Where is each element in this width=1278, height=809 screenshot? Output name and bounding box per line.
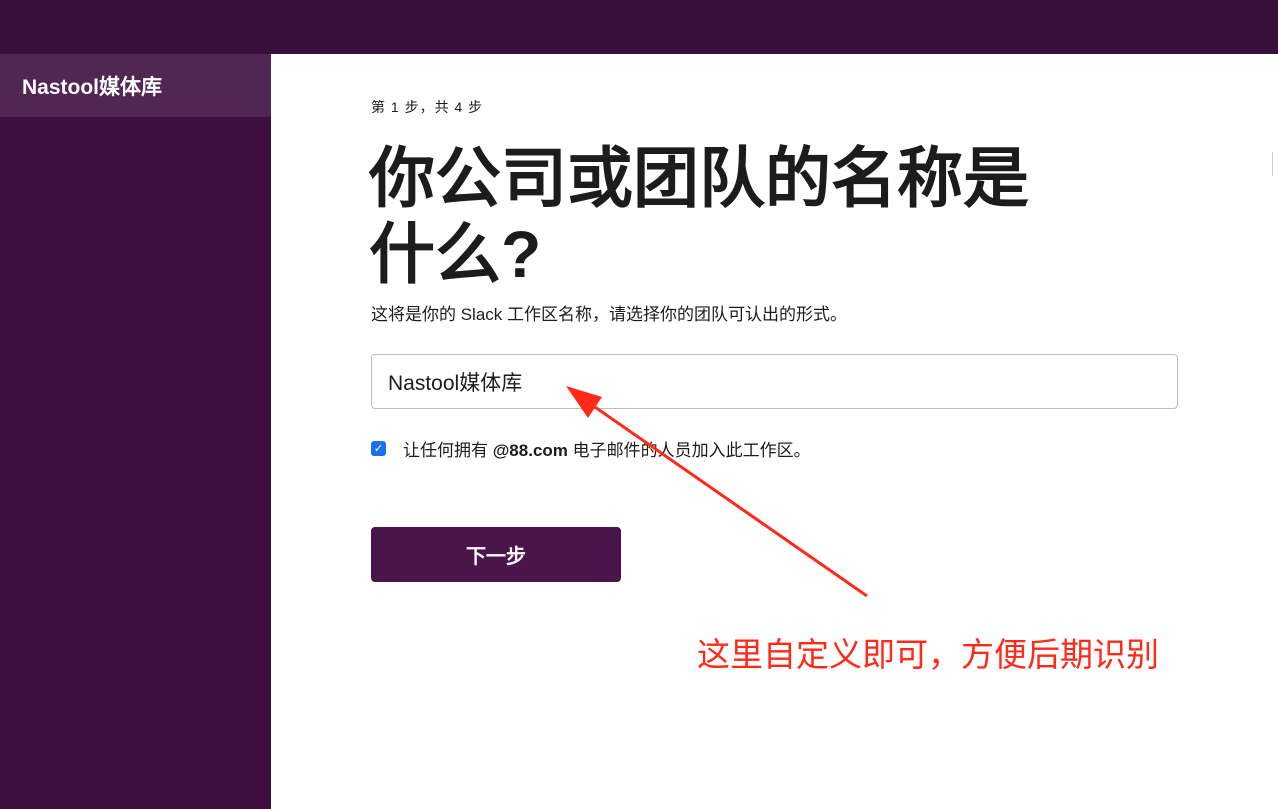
checkbox-label: 让任何拥有 @88.com 电子邮件的人员加入此工作区。 bbox=[403, 436, 811, 461]
checkbox-text-after: 电子邮件的人员加入此工作区。 bbox=[567, 441, 811, 460]
page-description: 这将是你的 Slack 工作区名称，请选择你的团队可认出的形式。 bbox=[371, 305, 848, 324]
allow-domain-join-checkbox-row[interactable]: ✓ 让任何拥有 @88.com 电子邮件的人员加入此工作区。 bbox=[371, 436, 811, 461]
workspace-name-input[interactable] bbox=[371, 354, 1178, 409]
next-step-button[interactable]: 下一步 bbox=[371, 527, 621, 582]
sidebar-workspace-name[interactable]: Nastool媒体库 bbox=[0, 54, 271, 117]
workspace-name-label: Nastool媒体库 bbox=[22, 75, 163, 99]
sidebar: Nastool媒体库 bbox=[0, 54, 271, 809]
annotation-text: 这里自定义即可，方便后期识别 bbox=[697, 636, 1159, 673]
step-indicator: 第 1 步，共 4 步 bbox=[371, 99, 484, 115]
scrollbar-edge bbox=[1272, 152, 1278, 176]
checkbox-check-icon[interactable]: ✓ bbox=[371, 441, 386, 456]
top-bar bbox=[0, 0, 1278, 54]
main-content: 第 1 步，共 4 步 你公司或团队的名称是什么? 这将是你的 Slack 工作… bbox=[271, 54, 1278, 809]
email-domain: @88.com bbox=[492, 441, 568, 460]
page-title: 你公司或团队的名称是什么? bbox=[369, 141, 1029, 291]
checkbox-text-before: 让任何拥有 bbox=[403, 441, 493, 460]
